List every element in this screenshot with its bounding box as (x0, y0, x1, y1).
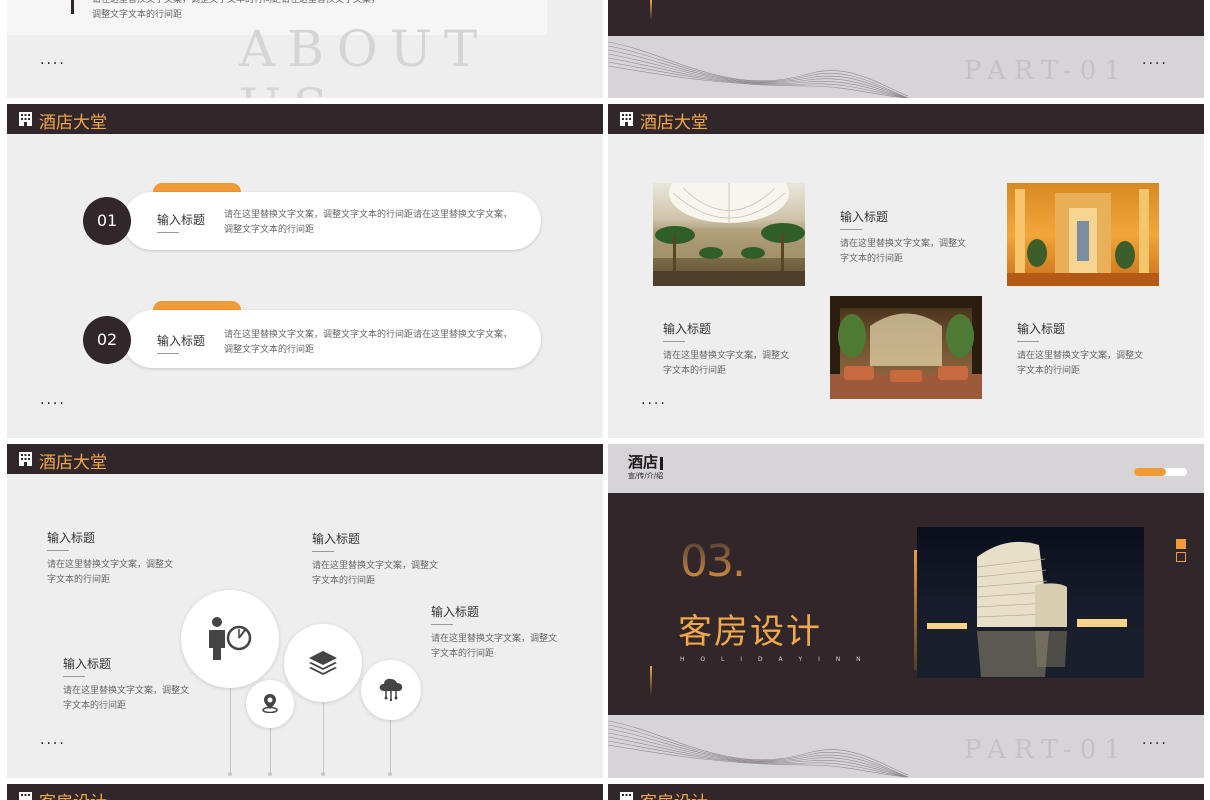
bubble-item-2-title: 输入标题 (312, 532, 361, 546)
slide-header-title: 酒店大堂 (39, 113, 107, 133)
slide-rooms-left[interactable]: 客房设计 (7, 784, 603, 800)
item-01-number: 01 (83, 197, 131, 245)
gallery-item-1-body: 请在这里替换文字文案，调整文字文本的行间距 (840, 239, 967, 264)
logo: 酒店 宣/传/介/绍 (628, 454, 663, 481)
bubble-stem-dot (388, 772, 392, 776)
bubble-large (181, 590, 279, 688)
gold-accent-line (650, 0, 652, 20)
item-02-divider (157, 353, 179, 354)
bubble-item-4-title: 输入标题 (63, 657, 112, 671)
slide-header: 客房设计 (7, 784, 603, 800)
slide-header-title: 酒店大堂 (39, 453, 107, 473)
bubble-medium-small (361, 660, 421, 720)
bubble-stem-dot (228, 772, 232, 776)
bubble-item-4-divider (63, 676, 85, 677)
bubble-item-2-body: 请在这里替换文字文案，调整文字文本的行间距 (312, 561, 439, 586)
bubble-item-1-body: 请在这里替换文字文案，调整文字文本的行间距 (47, 560, 174, 585)
slide-rooms-cover[interactable]: 酒店 宣/传/介/绍 03. 客房设计 H O L I D A Y I N N (608, 444, 1204, 778)
bubble-stem (323, 702, 324, 772)
bubble-stem (390, 720, 391, 772)
bubble-item-3-title: 输入标题 (431, 605, 480, 619)
bubble-stem-dot (321, 772, 325, 776)
item-02-body: 请在这里替换文字文案，调整文字文本的行间距请在这里替换文字文案，调整文字文本的行… (224, 330, 513, 355)
building-icon (19, 452, 32, 466)
item-01-body: 请在这里替换文字文案，调整文字文本的行间距请在这里替换文字文案，调整文字文本的行… (224, 210, 513, 235)
about-body-line1: 请在这里替换文字文案，调整文字文本的行间距请在这里替换文字文案， (92, 0, 381, 5)
slide-header-title: 客房设计 (640, 788, 708, 800)
building-icon (19, 792, 32, 800)
page-dots: ···· (40, 56, 66, 72)
square-outline-icon (1176, 552, 1186, 562)
item-02-title: 输入标题 (157, 334, 206, 348)
about-body-line2: 调整文字文本的行间距 (92, 10, 183, 20)
layers-icon (309, 651, 337, 675)
silk-wave-graphic (608, 720, 908, 778)
bubble-medium (284, 624, 362, 702)
page-dots: ···· (1142, 56, 1168, 72)
slide-lobby-bubbles[interactable]: 酒店大堂 输入标题 请在这里替换文字文案，调整文字文本的行间距 输入标题 请在这… (7, 444, 603, 778)
part-ghost-text: PART-01 (964, 56, 1129, 86)
progress-fill (1134, 468, 1166, 476)
bubble-stem-dot (268, 772, 272, 776)
gallery-item-1-divider (840, 229, 862, 230)
lobby-lounge-photo (830, 296, 982, 399)
bubble-item-2-divider (312, 551, 334, 552)
page-dots: ···· (1142, 736, 1168, 752)
about-accent-bar (71, 0, 74, 14)
slide-header: 客房设计 (608, 784, 1204, 800)
slide-header-title: 酒店大堂 (640, 113, 708, 133)
gallery-item-3-divider (1017, 341, 1039, 342)
about-ghost-text: ABOUT US (239, 20, 490, 98)
bubble-item-1-title: 输入标题 (47, 531, 96, 545)
lobby-corridor-photo (1007, 183, 1159, 286)
slide-header: 酒店大堂 (7, 104, 603, 134)
gallery-item-2-divider (663, 341, 685, 342)
slide-lobby-gallery[interactable]: 酒店大堂 输入标题 请在这里替换文字文案，调整文字文本的行间距 输入标题 请在这… (608, 104, 1204, 438)
building-icon (620, 112, 633, 126)
slide-header: 酒店大堂 (608, 104, 1204, 134)
bubble-small (246, 680, 294, 728)
building-icon (620, 792, 633, 800)
lobby-atrium-photo (653, 183, 805, 286)
dark-band (608, 0, 1204, 36)
cover-title: 客房设计 (678, 612, 822, 652)
hotel-night-photo (917, 527, 1144, 678)
gallery-item-3-body: 请在这里替换文字文案，调整文字文本的行间距 (1017, 351, 1144, 376)
logo-bar (660, 457, 663, 470)
page-dots: ···· (40, 396, 66, 412)
cloud-network-icon (379, 678, 403, 701)
cover-subtitle: H O L I D A Y I N N (680, 656, 868, 663)
cover-number: 03. (680, 536, 746, 587)
part-ghost-text: PART-01 (964, 735, 1129, 765)
gallery-item-3-title: 输入标题 (1017, 322, 1066, 336)
item-02-number: 02 (83, 316, 131, 364)
slide-header-title: 客房设计 (39, 788, 107, 800)
slide-lobby-list[interactable]: 酒店大堂 01 输入标题 请在这里替换文字文案，调整文字文本的行间距请在这里替换… (7, 104, 603, 438)
bubble-stem (270, 728, 271, 772)
bubble-item-4-body: 请在这里替换文字文案，调整文字文本的行间距 (63, 686, 190, 711)
logo-main: 酒店 (628, 453, 659, 471)
page-dots: ···· (641, 396, 667, 412)
gallery-item-2-body: 请在这里替换文字文案，调整文字文本的行间距 (663, 351, 790, 376)
gallery-item-1-title: 输入标题 (840, 210, 889, 224)
slide-part-top[interactable]: PART-01 ···· (608, 0, 1204, 98)
businessman-clock-icon (209, 617, 252, 660)
gold-accent-line (650, 666, 652, 696)
bubble-item-3-body: 请在这里替换文字文案，调整文字文本的行间距 (431, 634, 558, 659)
bubble-item-3-divider (431, 624, 453, 625)
slide-header: 酒店大堂 (7, 444, 603, 474)
logo-sub: 宣/传/介/绍 (628, 472, 664, 480)
bubble-stem (230, 688, 231, 772)
location-pin-icon (262, 694, 278, 713)
building-icon (19, 112, 32, 126)
gallery-item-2-title: 输入标题 (663, 322, 712, 336)
square-filled-icon (1176, 539, 1186, 549)
page-dots: ···· (40, 736, 66, 752)
silk-wave-graphic (608, 41, 908, 98)
item-01-divider (157, 232, 179, 233)
item-01-title: 输入标题 (157, 213, 206, 227)
slide-about[interactable]: 请在这里替换文字文案，调整文字文本的行间距请在这里替换文字文案， 调整文字文本的… (7, 0, 603, 98)
bubble-item-1-divider (47, 550, 69, 551)
slide-rooms-right[interactable]: 客房设计 (608, 784, 1204, 800)
